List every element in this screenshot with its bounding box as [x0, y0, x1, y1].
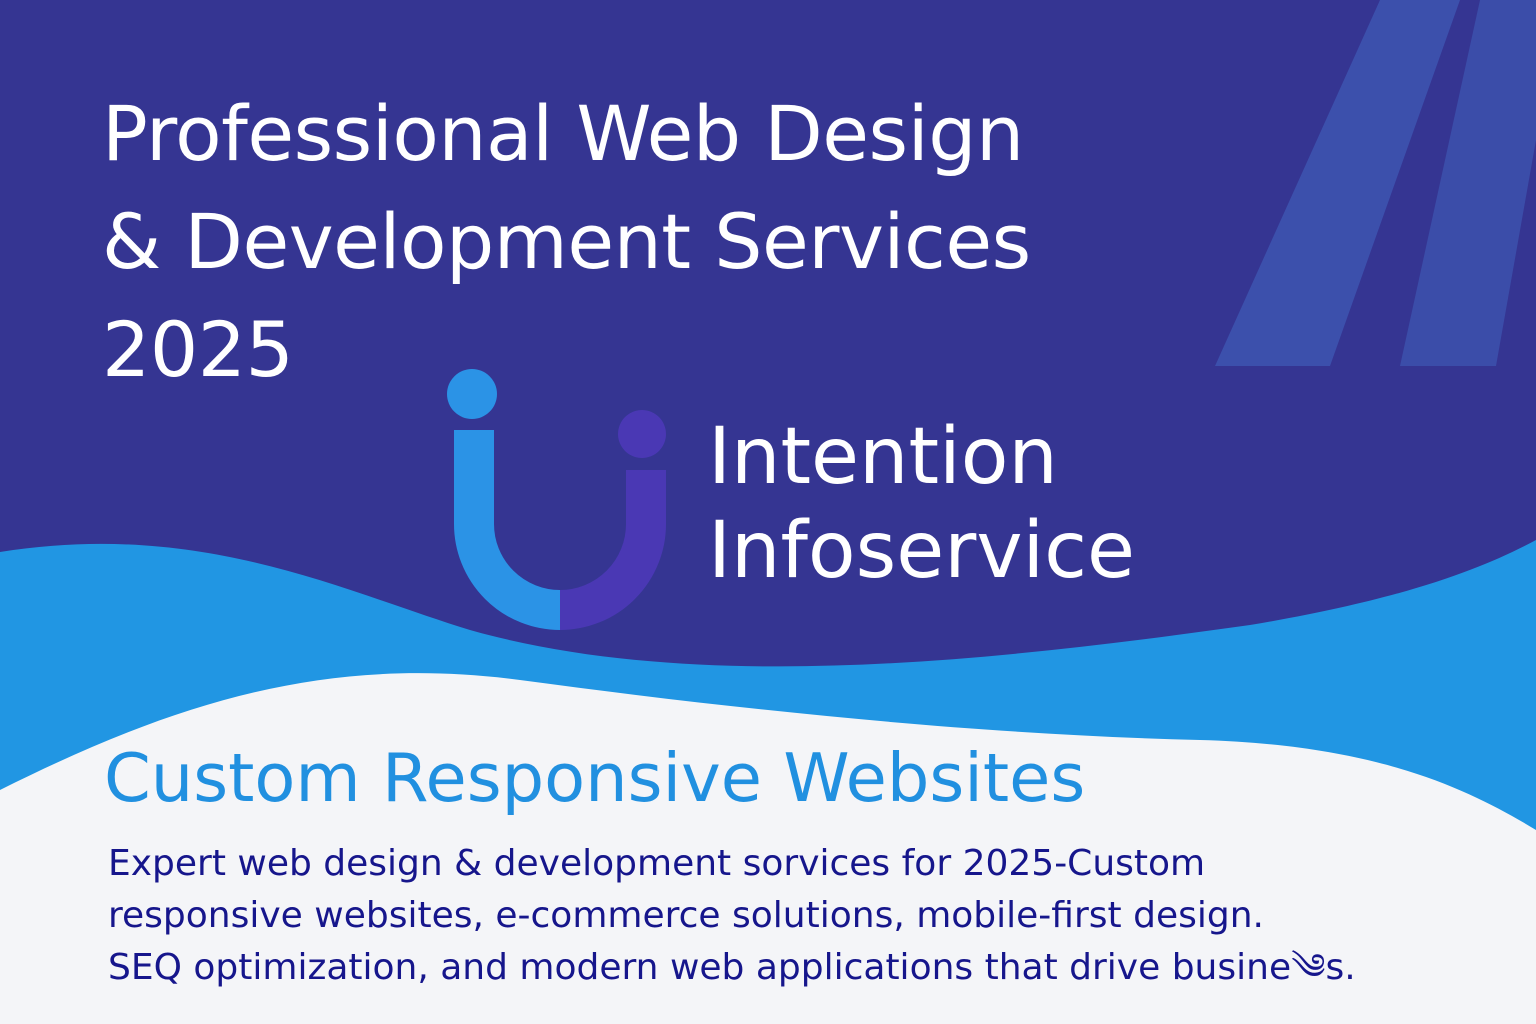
intention-infoservice-logo-icon: [447, 369, 666, 630]
description-line-3: SEQ optimization, and modern web applica…: [108, 947, 1356, 988]
headline: Professional Web Design & Development Se…: [102, 80, 1031, 404]
headline-line-2: & Development Services: [102, 197, 1031, 286]
headline-line-1: Professional Web Design: [102, 89, 1024, 178]
description-line-2: responsive websites, e-commerce solution…: [108, 895, 1264, 936]
brand-name-line-1: Intention: [708, 412, 1058, 502]
subheading: Custom Responsive Websites: [104, 739, 1086, 817]
description-line-1: Expert web design & development sorvices…: [108, 843, 1206, 884]
brand-name-line-2: Infoservice: [708, 506, 1136, 596]
description: Expert web design & development sorvices…: [108, 838, 1356, 994]
brand-name: Intention Infoservice: [708, 410, 1135, 598]
